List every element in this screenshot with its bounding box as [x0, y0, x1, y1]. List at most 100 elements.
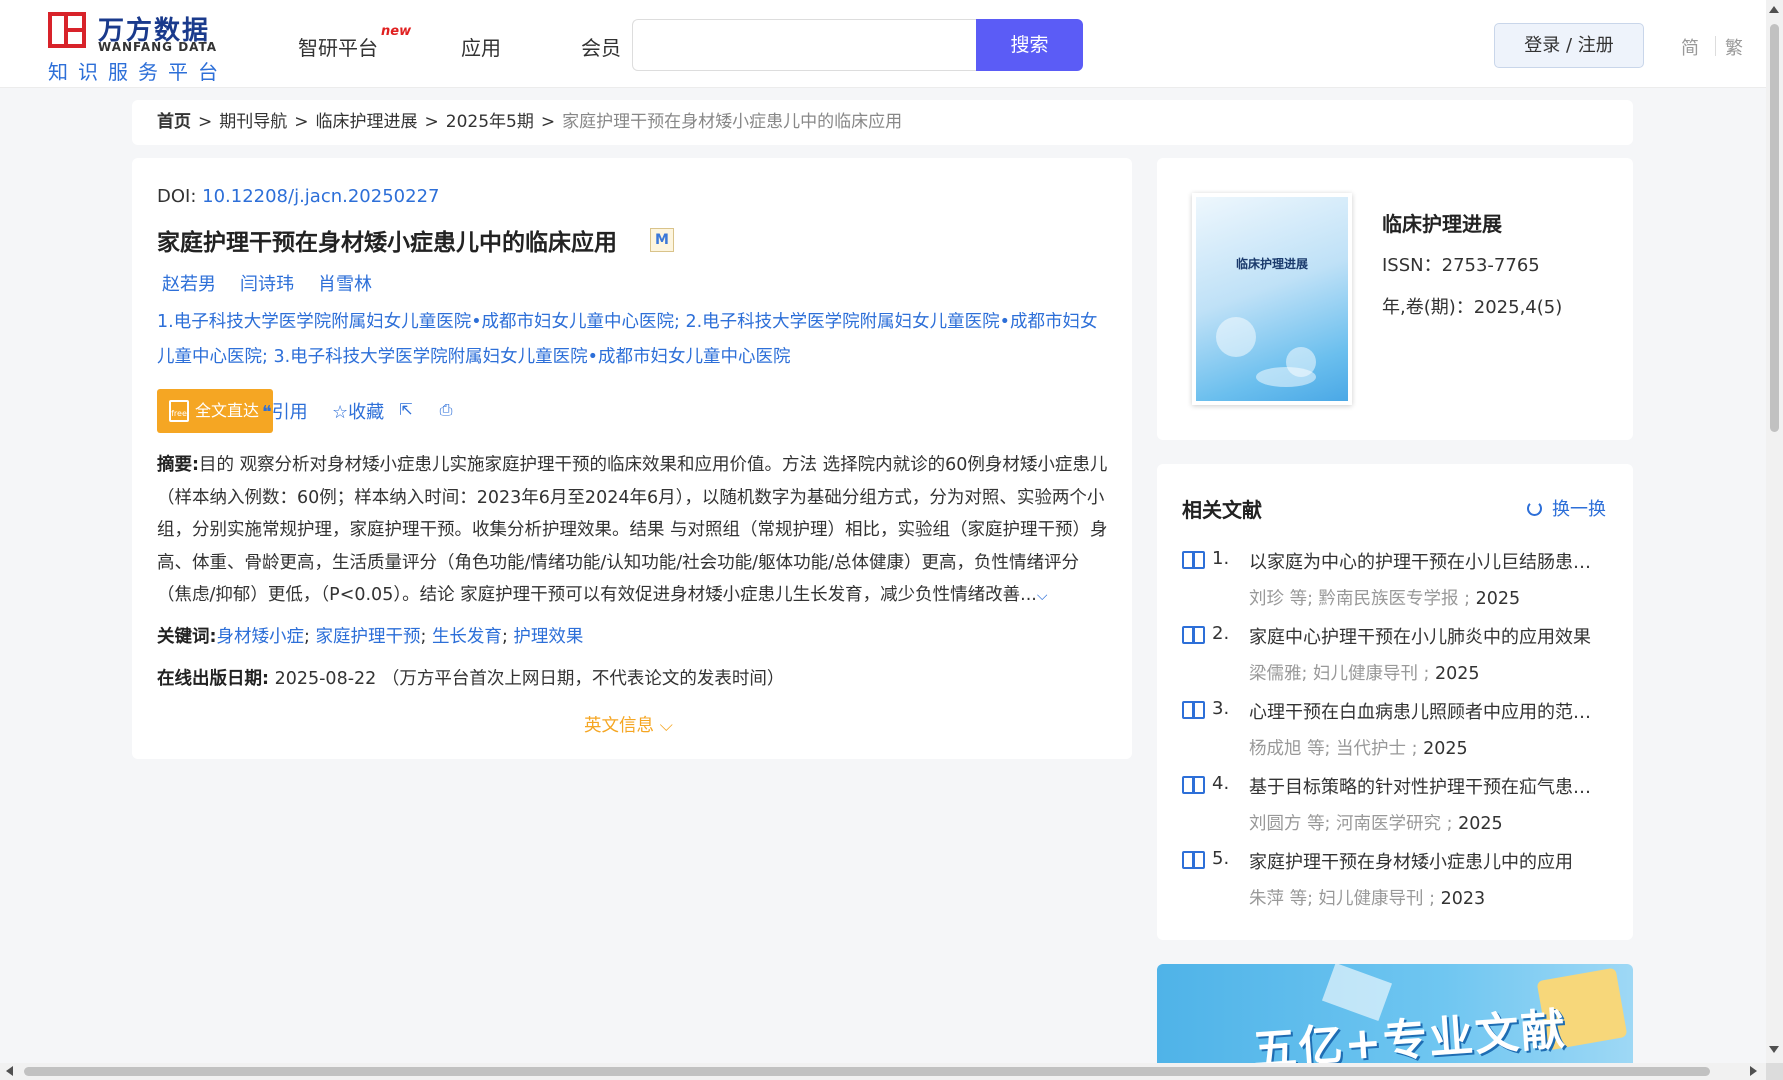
cover-title: 临床护理进展 — [1235, 257, 1308, 271]
related-num: 5. — [1212, 848, 1230, 869]
cover-decoration — [1216, 317, 1256, 357]
wanfang-logo[interactable]: 万方数据 WANFANG DATA 知识服务平台 — [48, 10, 218, 84]
banner-text: 五亿+专业文献 — [1250, 1004, 1569, 1063]
online-pub-date: 在线出版日期: 2025-08-22 （万方平台首次上网日期，不代表论文的发表时… — [157, 665, 784, 690]
author-link[interactable]: 肖雪林 — [318, 274, 372, 295]
related-item-title[interactable]: 以家庭为中心的护理干预在小儿巨结肠患儿中的应用 — [1249, 548, 1599, 574]
abstract: 摘要:目的 观察分析对身材矮小症患儿实施家庭护理干预的临床效果和应用价值。方法 … — [157, 449, 1112, 613]
mindmap-badge-icon[interactable]: M — [650, 228, 674, 252]
related-num: 2. — [1212, 623, 1230, 644]
pubdate-note: （万方平台首次上网日期，不代表论文的发表时间） — [381, 669, 785, 689]
keyword-link[interactable]: 家庭护理干预 — [315, 627, 420, 647]
scroll-up-icon[interactable] — [1769, 6, 1779, 13]
quote-icon: ❝ — [262, 402, 272, 423]
journal-info-card: 临床护理进展 临床护理进展 ISSN：2753-7765 年,卷(期)：2025… — [1157, 158, 1633, 440]
related-item-year: 2025 — [1475, 589, 1521, 609]
related-item: 4. 基于目标策略的针对性护理干预在疝气患儿中的应用 刘圆方 等; 河南医学研究… — [1182, 773, 1622, 848]
refresh-button[interactable]: 换一换 — [1527, 495, 1606, 521]
keyword-link[interactable]: 生长发育 — [432, 627, 502, 647]
related-item-year: 2025 — [1423, 739, 1468, 759]
keyword-link[interactable]: 身材矮小症 — [217, 627, 305, 647]
breadcrumb-issue[interactable]: 2025年5期 — [446, 112, 534, 132]
related-item-title[interactable]: 心理干预在白血病患儿照顾者中应用的范围综述 — [1249, 698, 1599, 724]
horizontal-scrollbar[interactable] — [0, 1063, 1766, 1080]
nav-membership[interactable]: 会员 — [581, 32, 621, 61]
breadcrumb-journal-nav[interactable]: 期刊导航 — [219, 112, 287, 132]
doi-line: DOI: 10.12208/j.jacn.20250227 — [157, 186, 439, 207]
favorite-button[interactable]: ☆收藏 — [332, 398, 384, 424]
journal-issn: ISSN：2753-7765 — [1382, 255, 1540, 276]
pubdate-value: 2025-08-22 — [274, 669, 377, 689]
book-icon — [1182, 626, 1205, 644]
author-link[interactable]: 赵若男 — [162, 274, 216, 295]
related-item-year: 2023 — [1440, 889, 1486, 909]
horizontal-scroll-thumb[interactable] — [24, 1067, 1710, 1076]
logo-mark-icon — [48, 12, 86, 48]
promo-banner[interactable]: 五亿+专业文献 — [1157, 964, 1633, 1063]
breadcrumb-journal[interactable]: 临床护理进展 — [316, 112, 418, 132]
article-detail-card: DOI: 10.12208/j.jacn.20250227 家庭护理干预在身材矮… — [132, 158, 1132, 759]
share-icon[interactable]: ⇱ — [396, 400, 416, 420]
author-link[interactable]: 闫诗玮 — [240, 274, 294, 295]
related-item-meta: 朱萍 等; 妇儿健康导刊 ; 2023 — [1249, 885, 1485, 910]
vertical-scroll-thumb[interactable] — [1770, 24, 1779, 432]
related-item-source: 杨成旭 等; 当代护士 ; — [1249, 739, 1418, 759]
english-info-label: 英文信息 — [584, 716, 654, 736]
breadcrumb: 首页 > 期刊导航 > 临床护理进展 >2025年5期 > 家庭护理干预在身材矮小症患儿中的临… — [132, 100, 1633, 145]
print-icon[interactable]: ⎙ — [436, 400, 456, 420]
related-item-year: 2025 — [1435, 664, 1480, 684]
cite-button[interactable]: ❝引用 — [262, 398, 308, 424]
journal-name[interactable]: 临床护理进展 — [1382, 208, 1502, 237]
related-item-source: 刘圆方 等; 河南医学研究 ; — [1249, 814, 1453, 834]
breadcrumb-separator: > — [294, 112, 309, 132]
scroll-left-icon[interactable] — [6, 1066, 13, 1076]
breadcrumb-home[interactable]: 首页 — [157, 112, 191, 132]
lang-simplified-button[interactable]: 简 — [1681, 34, 1699, 60]
book-icon — [1182, 701, 1205, 719]
related-item-source: 梁儒雅; 妇儿健康导刊 ; — [1249, 664, 1430, 684]
breadcrumb-separator: > — [198, 112, 213, 132]
abstract-text: 目的 观察分析对身材矮小症患儿实施家庭护理干预的临床效果和应用价值。方法 选择院… — [157, 455, 1108, 605]
related-item-title[interactable]: 基于目标策略的针对性护理干预在疝气患儿中的应用 — [1249, 773, 1599, 799]
expand-abstract-icon[interactable]: ⌵ — [1037, 588, 1048, 604]
scroll-right-icon[interactable] — [1750, 1066, 1757, 1076]
cite-label: 引用 — [271, 402, 308, 423]
lang-traditional-button[interactable]: 繁 — [1725, 34, 1743, 60]
search-input[interactable] — [632, 19, 977, 71]
related-item-source: 朱萍 等; 妇儿健康导刊 ; — [1249, 889, 1435, 909]
doi-link[interactable]: 10.12208/j.jacn.20250227 — [202, 186, 439, 207]
journal-cover-image[interactable]: 临床护理进展 — [1192, 193, 1352, 405]
article-title: 家庭护理干预在身材矮小症患儿中的临床应用 — [157, 230, 617, 256]
related-num: 1. — [1212, 548, 1230, 569]
doi-label: DOI: — [157, 186, 203, 207]
related-title: 相关文献 — [1182, 498, 1262, 522]
related-item-title[interactable]: 家庭护理干预在身材矮小症患儿中的应用 — [1249, 848, 1599, 874]
nav-apps[interactable]: 应用 — [461, 32, 501, 61]
search-button[interactable]: 搜索 — [976, 19, 1083, 71]
related-item: 2. 家庭中心护理干预在小儿肺炎中的应用效果 梁儒雅; 妇儿健康导刊 ; 202… — [1182, 623, 1622, 698]
free-download-icon: free — [169, 400, 189, 422]
favorite-label: 收藏 — [348, 402, 385, 423]
keywords: 关键词:身材矮小症; 家庭护理干预; 生长发育; 护理效果 — [157, 627, 584, 647]
login-register-button[interactable]: 登录 / 注册 — [1494, 23, 1644, 68]
journal-volume: 年,卷(期)：2025,4(5) — [1382, 297, 1563, 318]
fulltext-button[interactable]: free 全文直达 — [157, 389, 273, 433]
vertical-scrollbar[interactable] — [1766, 0, 1783, 1080]
star-icon: ☆ — [332, 402, 349, 423]
pubdate-label: 在线出版日期: — [157, 669, 269, 689]
logo-subtitle: 知识服务平台 — [48, 60, 228, 84]
related-item-title[interactable]: 家庭中心护理干预在小儿肺炎中的应用效果 — [1249, 623, 1599, 649]
chevron-down-icon: ⌵ — [659, 716, 673, 736]
keyword-link[interactable]: 护理效果 — [513, 627, 583, 647]
related-item: 5. 家庭护理干预在身材矮小症患儿中的应用 朱萍 等; 妇儿健康导刊 ; 202… — [1182, 848, 1622, 923]
logo-text-en: WANFANG DATA — [98, 40, 218, 54]
cover-decoration — [1256, 367, 1316, 387]
keywords-label: 关键词: — [157, 627, 217, 647]
scroll-down-icon[interactable] — [1769, 1046, 1779, 1053]
book-icon — [1182, 551, 1205, 569]
nav-zhiyan-platform[interactable]: 智研平台 — [298, 32, 378, 61]
affiliations[interactable]: 1.电子科技大学医学院附属妇女儿童医院•成都市妇女儿童中心医院; 2.电子科技大… — [157, 305, 1112, 375]
english-info-toggle[interactable]: 英文信息 ⌵ — [584, 712, 673, 737]
breadcrumb-separator: > — [424, 112, 439, 132]
related-num: 4. — [1212, 773, 1230, 794]
